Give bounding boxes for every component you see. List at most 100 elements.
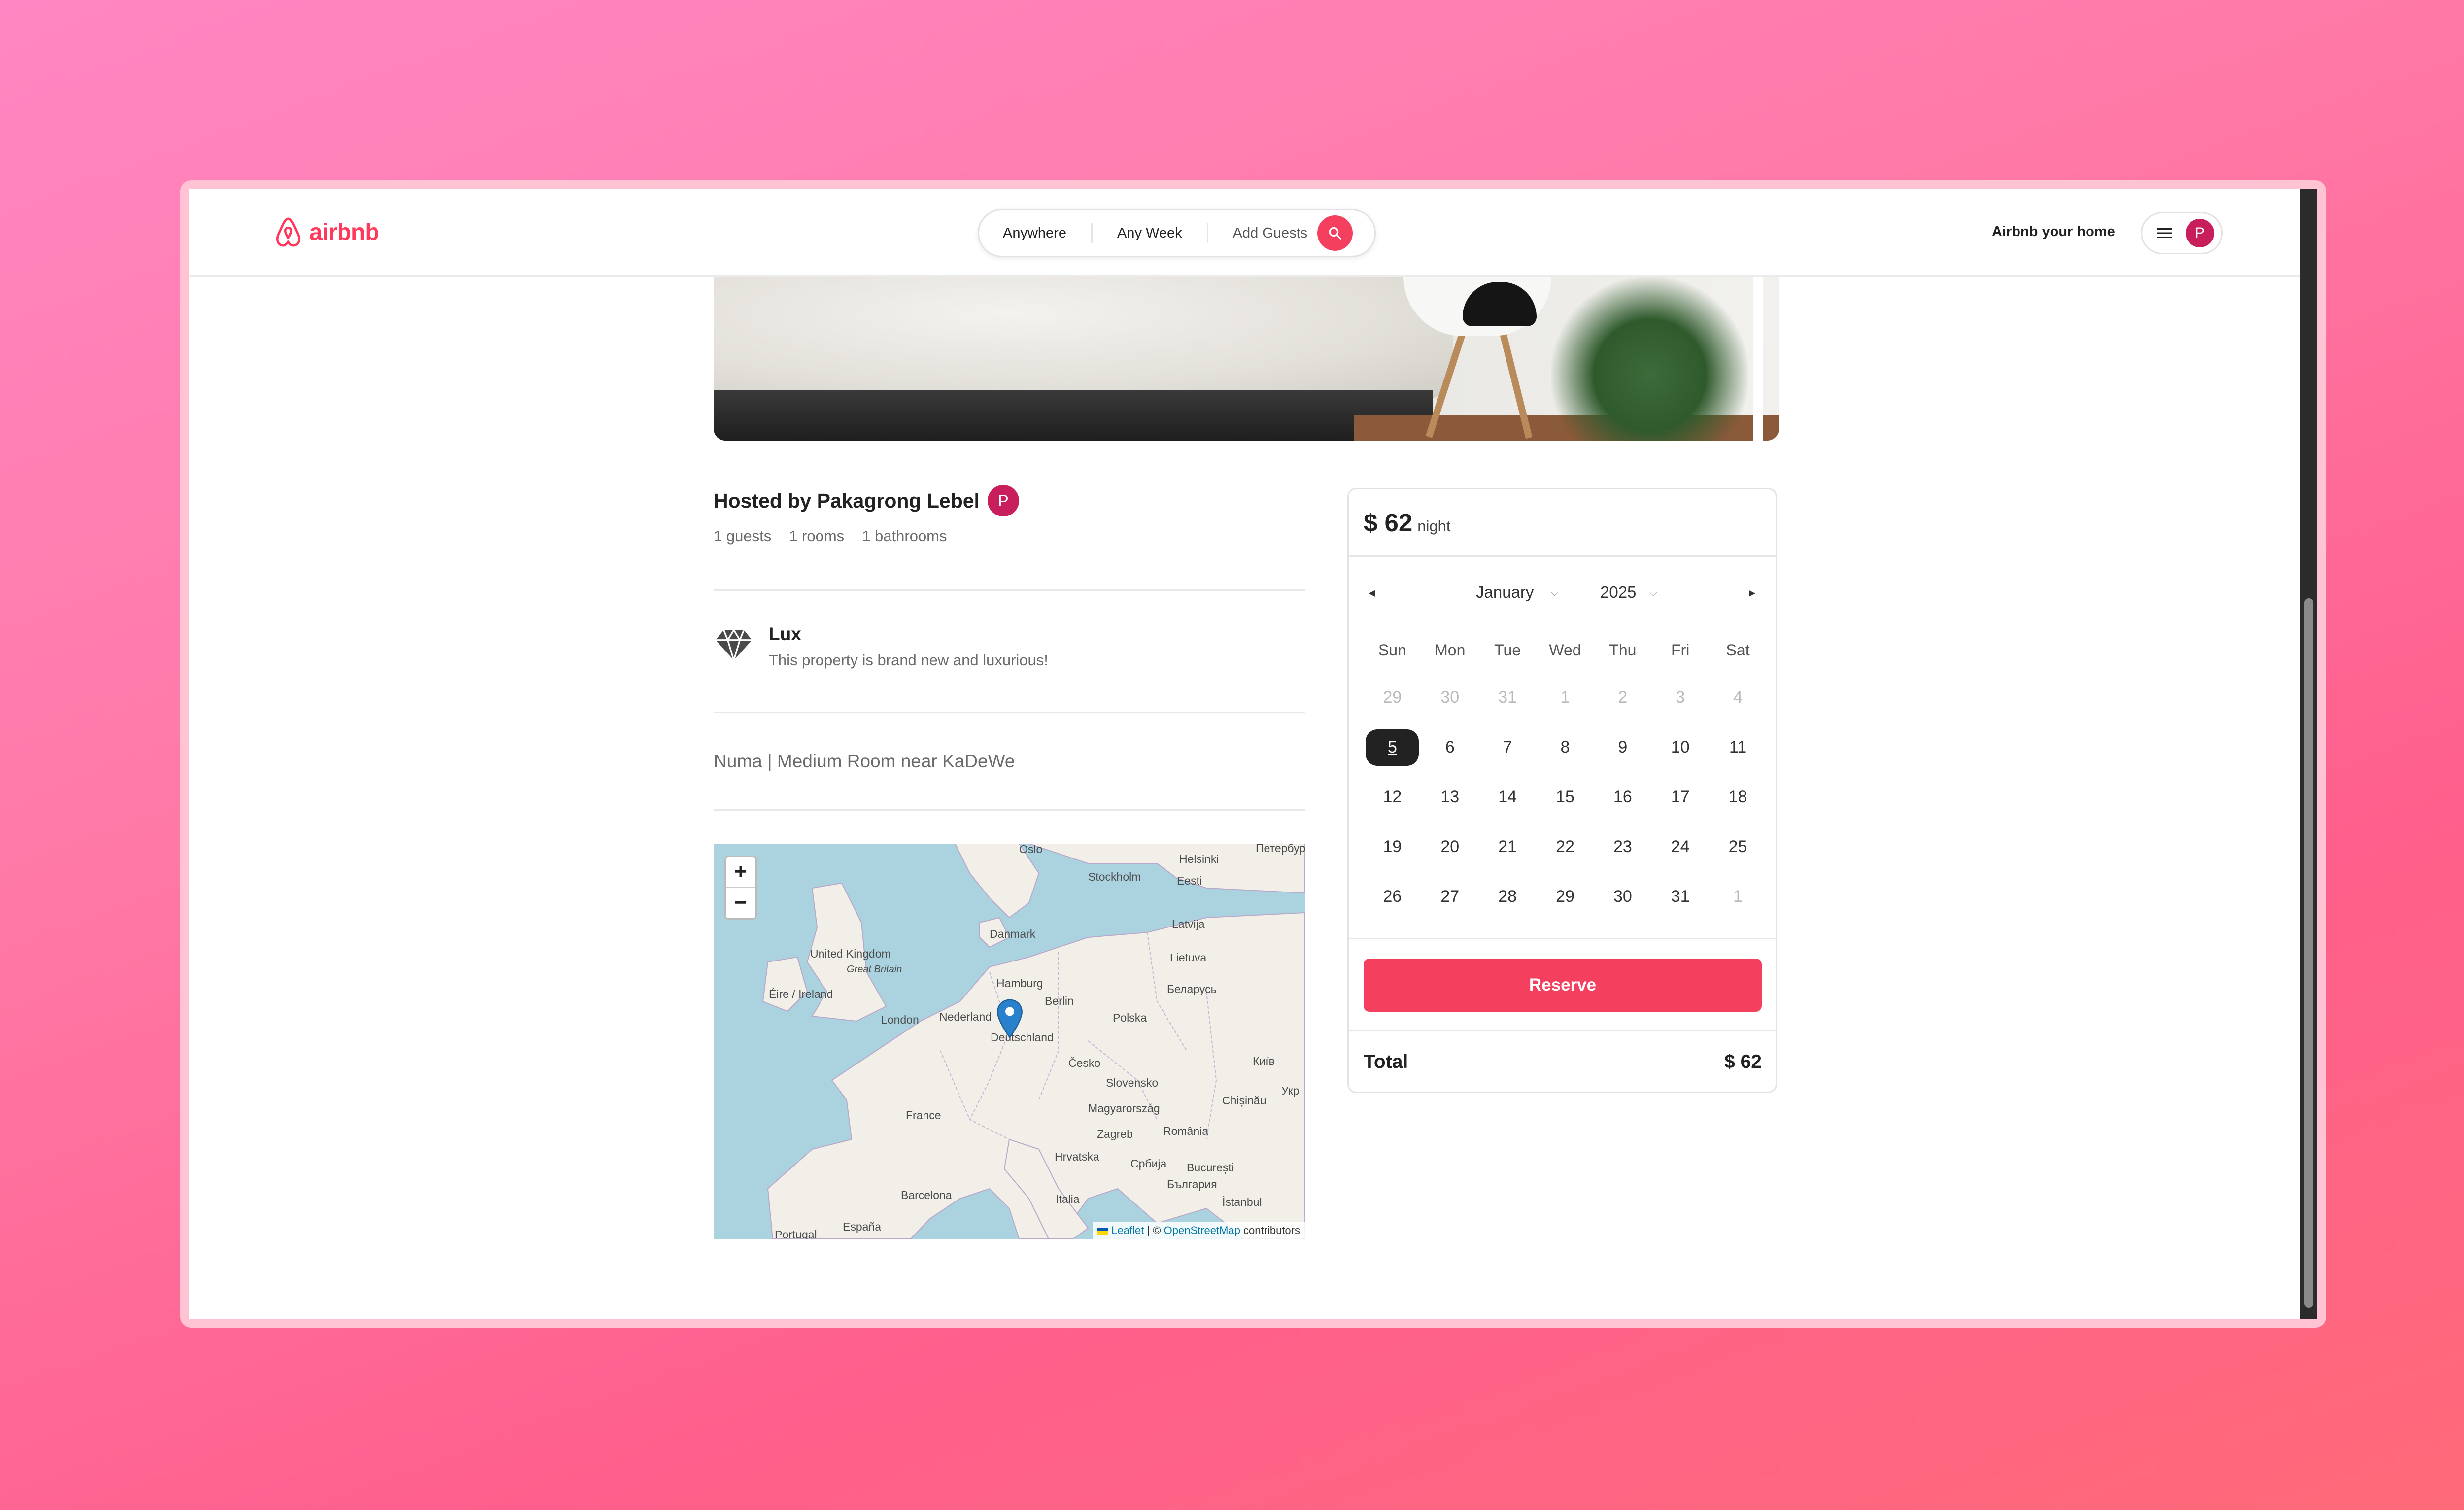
map-label: Eesti: [1177, 874, 1202, 887]
calendar-day[interactable]: 30: [1594, 872, 1651, 922]
total-label: Total: [1364, 1051, 1408, 1072]
calendar-day[interactable]: 1: [1709, 872, 1767, 922]
calendar-day[interactable]: 9: [1594, 722, 1651, 772]
map-label: Polska: [1113, 1011, 1147, 1024]
calendar-day[interactable]: 17: [1651, 772, 1709, 822]
calendar-day[interactable]: 16: [1594, 772, 1651, 822]
nightly-price: $ 62: [1364, 509, 1413, 537]
calendar-day[interactable]: 8: [1537, 722, 1594, 772]
calendar-day-selected[interactable]: 5: [1364, 722, 1421, 772]
anywhere-button[interactable]: Anywhere: [979, 223, 1093, 243]
openstreetmap-link[interactable]: OpenStreetMap: [1164, 1224, 1240, 1236]
map-label: București: [1187, 1161, 1234, 1174]
calendar-day[interactable]: 28: [1479, 872, 1537, 922]
previous-month-icon[interactable]: ◂: [1369, 585, 1375, 600]
calendar-day[interactable]: 25: [1709, 822, 1767, 872]
map-label: Stockholm: [1088, 870, 1141, 883]
scrollbar-thumb[interactable]: [2304, 598, 2313, 1308]
year-select[interactable]: 2025 ⌵: [1600, 583, 1657, 602]
divider: [714, 809, 1305, 811]
calendar-day[interactable]: 3: [1651, 673, 1709, 722]
any-week-button[interactable]: Any Week: [1093, 223, 1208, 243]
divider: [714, 589, 1305, 591]
host-avatar: P: [987, 485, 1019, 516]
zoom-in-button[interactable]: +: [726, 857, 755, 888]
calendar-grid: Sun Mon Tue Wed Thu Fri Sat 29 30 31 1 2…: [1364, 627, 1767, 922]
calendar-day[interactable]: 29: [1364, 673, 1421, 722]
user-menu-button[interactable]: P: [2141, 212, 2223, 254]
avatar: P: [2186, 219, 2214, 247]
map-label: Hamburg: [996, 977, 1043, 990]
map-label: United Kingdom: [810, 947, 891, 960]
feature-title: Lux: [769, 624, 801, 644]
map-label: France: [906, 1109, 941, 1122]
airbnb-logo[interactable]: airbnb: [273, 216, 379, 248]
map-label: Київ: [1253, 1055, 1275, 1067]
leaflet-link[interactable]: Leaflet: [1111, 1224, 1144, 1236]
calendar-day[interactable]: 10: [1651, 722, 1709, 772]
calendar-day[interactable]: 29: [1537, 872, 1594, 922]
calendar-day[interactable]: 22: [1537, 822, 1594, 872]
calendar-day[interactable]: 15: [1537, 772, 1594, 822]
search-bar[interactable]: Anywhere Any Week Add Guests: [978, 209, 1376, 257]
ukraine-flag-icon: [1097, 1228, 1109, 1235]
calendar-day[interactable]: 6: [1421, 722, 1479, 772]
calendar-day[interactable]: 19: [1364, 822, 1421, 872]
search-button[interactable]: [1317, 215, 1353, 251]
calendar-day[interactable]: 4: [1709, 673, 1767, 722]
map-label: Беларусь: [1167, 983, 1217, 995]
map-label: Portugal: [775, 1228, 817, 1239]
feature-description: This property is brand new and luxurious…: [769, 652, 1048, 669]
selected-day-value: 5: [1366, 729, 1419, 766]
calendar-day[interactable]: 20: [1421, 822, 1479, 872]
divider: [714, 712, 1305, 713]
divider: [1349, 1030, 1776, 1031]
map-label: Italia: [1056, 1193, 1080, 1205]
calendar-day[interactable]: 12: [1364, 772, 1421, 822]
map-label: România: [1163, 1125, 1209, 1137]
map-label: България: [1167, 1178, 1217, 1191]
location-map[interactable]: + − Oslo Helsinki Петербург Stockholm Ee…: [714, 844, 1305, 1239]
calendar-day[interactable]: 13: [1421, 772, 1479, 822]
map-label: Lietuva: [1170, 951, 1207, 964]
calendar-day[interactable]: 7: [1479, 722, 1537, 772]
calendar-day[interactable]: 18: [1709, 772, 1767, 822]
calendar-day[interactable]: 23: [1594, 822, 1651, 872]
next-month-icon[interactable]: ▸: [1749, 585, 1755, 600]
calendar-day[interactable]: 2: [1594, 673, 1651, 722]
map-label: Петербург: [1256, 844, 1305, 855]
calendar-day[interactable]: 21: [1479, 822, 1537, 872]
diamond-icon: [716, 628, 752, 663]
weekday-label: Thu: [1609, 641, 1637, 659]
map-label: Berlin: [1045, 995, 1074, 1007]
calendar-day[interactable]: 30: [1421, 673, 1479, 722]
calendar-day[interactable]: 14: [1479, 772, 1537, 822]
weekday-label: Wed: [1549, 641, 1581, 659]
price-row: $ 62 night: [1364, 508, 1451, 537]
attribution-contributors: contributors: [1240, 1224, 1300, 1236]
zoom-control: + −: [724, 856, 757, 920]
scrollbar[interactable]: [2300, 189, 2317, 1319]
calendar-day[interactable]: 26: [1364, 872, 1421, 922]
map-pin-icon[interactable]: [996, 998, 1023, 1039]
map-label: Helsinki: [1179, 853, 1219, 865]
map-label: Česko: [1068, 1057, 1101, 1069]
calendar-day[interactable]: 1: [1537, 673, 1594, 722]
calendar-day[interactable]: 31: [1479, 673, 1537, 722]
reserve-button[interactable]: Reserve: [1364, 959, 1762, 1012]
price-unit: night: [1417, 517, 1451, 535]
zoom-out-button[interactable]: −: [726, 888, 755, 918]
booking-card: $ 62 night ◂ January ⌵ 2025 ⌵ ▸ Sun Mon: [1347, 488, 1777, 1093]
airbnb-your-home-link[interactable]: Airbnb your home: [1992, 224, 2115, 240]
calendar-day[interactable]: 27: [1421, 872, 1479, 922]
map-label: Great Britain: [847, 964, 902, 975]
calendar-day[interactable]: 11: [1709, 722, 1767, 772]
calendar-day[interactable]: 24: [1651, 822, 1709, 872]
add-guests-button[interactable]: Add Guests: [1208, 223, 1318, 243]
month-select[interactable]: January ⌵: [1476, 583, 1559, 602]
year-value: 2025: [1600, 583, 1637, 601]
airbnb-wordmark: airbnb: [309, 219, 379, 245]
calendar-day[interactable]: 31: [1651, 872, 1709, 922]
browser-frame: airbnb Anywhere Any Week Add Guests Airb…: [180, 180, 2326, 1328]
map-label: Éire / Ireland: [769, 988, 833, 1000]
